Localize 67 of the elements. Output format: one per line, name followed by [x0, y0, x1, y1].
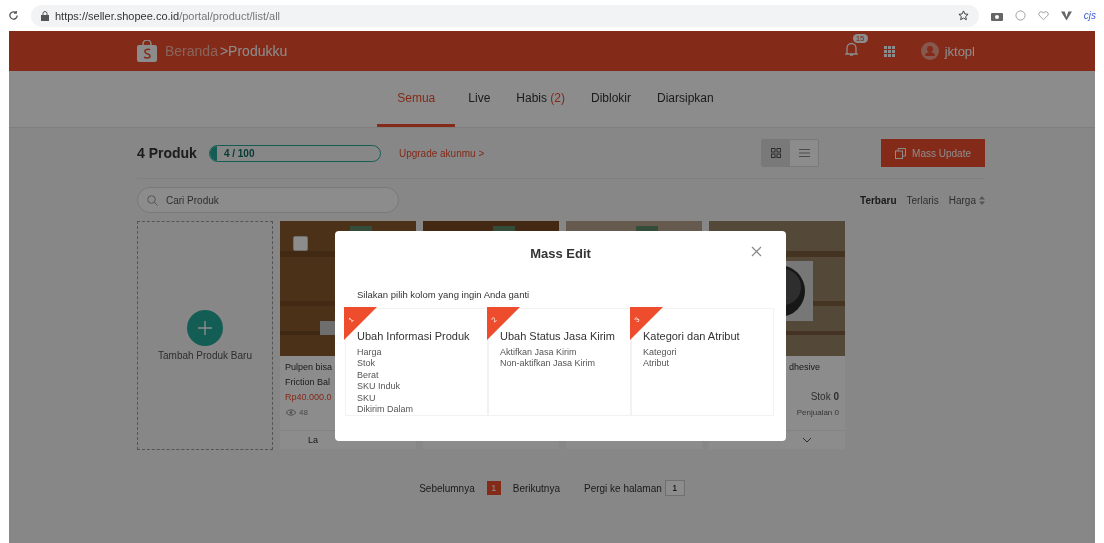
eye-icon: [286, 409, 296, 416]
option-item: Harga: [357, 347, 383, 359]
option-item: Atribut: [643, 358, 670, 370]
upgrade-link[interactable]: Upgrade akunmu >: [398, 147, 485, 159]
quota-text: 4 / 100: [222, 146, 256, 161]
option-item: Berat: [357, 369, 380, 382]
checkbox[interactable]: [293, 236, 308, 251]
filter-tab[interactable]: Live: [455, 71, 504, 127]
reload-icon[interactable]: [8, 10, 19, 21]
shopping-bag-icon[interactable]: [137, 40, 157, 62]
option-item: SKU: [357, 392, 377, 405]
close-icon[interactable]: [751, 246, 762, 257]
option-item: Stok: [357, 358, 376, 370]
option-item: Dikirim Dalam: [357, 404, 414, 416]
apps-grid-icon[interactable]: [883, 45, 895, 57]
product-title: dhesive: [788, 361, 822, 374]
sort-option[interactable]: Terbaru: [860, 194, 897, 206]
page-input[interactable]: 1: [664, 480, 685, 496]
list-view-button[interactable]: [790, 140, 819, 166]
sort-option[interactable]: Harga: [948, 194, 985, 206]
copy-icon[interactable]: [895, 147, 907, 159]
option-item: Kategori: [643, 347, 678, 359]
dialog-title: Mass Edit: [530, 245, 591, 261]
search-icon: [147, 195, 158, 206]
bell-icon[interactable]: [844, 42, 858, 56]
avatar-icon[interactable]: [920, 42, 939, 60]
instruction-text: Silakan pilih kolom yang ingin Anda ganti: [357, 289, 531, 300]
lock-icon: [41, 10, 49, 21]
option-item: SKU Induk: [357, 381, 402, 393]
breadcrumb-link[interactable]: >Produkku: [219, 43, 288, 59]
sort-arrows-icon[interactable]: [979, 195, 985, 205]
add-product-label: Tambah Produk Baru: [158, 350, 252, 361]
stock-text: Stok 0: [809, 390, 840, 402]
list-icon[interactable]: [798, 149, 810, 157]
url-text: https://seller.shopee.co.id/portal/product/list/all: [55, 9, 281, 22]
username[interactable]: jktopl: [944, 43, 975, 59]
heart-icon[interactable]: [1037, 10, 1049, 21]
go-to-page-label: Pergi ke halaman: [584, 482, 662, 494]
filter-tab[interactable]: Semua: [377, 71, 456, 127]
plus-icon[interactable]: [187, 310, 223, 346]
star-icon[interactable]: [957, 10, 969, 21]
search-field[interactable]: Cari Produk: [137, 187, 399, 213]
product-title: Friction Bal: [284, 376, 331, 389]
mass-update-button[interactable]: Mass Update: [881, 139, 985, 167]
page-button[interactable]: 1: [486, 481, 501, 495]
v-logo-icon[interactable]: [1060, 10, 1072, 21]
sort-option[interactable]: Terlaris: [906, 194, 939, 206]
card-action[interactable]: La: [308, 435, 318, 445]
address-bar[interactable]: https://seller.shopee.co.id/portal/product/list/all: [31, 4, 979, 27]
product-count: 4 Produk: [137, 145, 197, 161]
product-price: Rp40.000.0: [284, 391, 333, 404]
add-product-tile[interactable]: Tambah Produk Baru: [137, 221, 273, 450]
notification-badge: 15: [852, 34, 868, 43]
previous-page-button[interactable]: Sebelumnya: [419, 482, 475, 494]
grid-icon[interactable]: [771, 148, 782, 158]
grid-view-button[interactable]: [762, 140, 791, 166]
filter-tab[interactable]: Diblokir: [578, 71, 645, 127]
next-page-button[interactable]: Berikutnya: [512, 482, 560, 494]
option-item: Aktifkan Jasa Kirim: [500, 347, 578, 359]
product-title: Pulpen bisa: [284, 361, 334, 374]
extension-label[interactable]: cjs: [1083, 10, 1096, 21]
circle-icon[interactable]: [1014, 10, 1026, 21]
filter-tab[interactable]: Habis (2): [503, 71, 578, 127]
chevron-down-icon[interactable]: [803, 437, 811, 443]
option-item: Non-aktifkan Jasa Kirim: [500, 358, 597, 370]
filter-tab[interactable]: Diarsipkan: [644, 71, 727, 127]
camera-icon[interactable]: [990, 10, 1003, 21]
